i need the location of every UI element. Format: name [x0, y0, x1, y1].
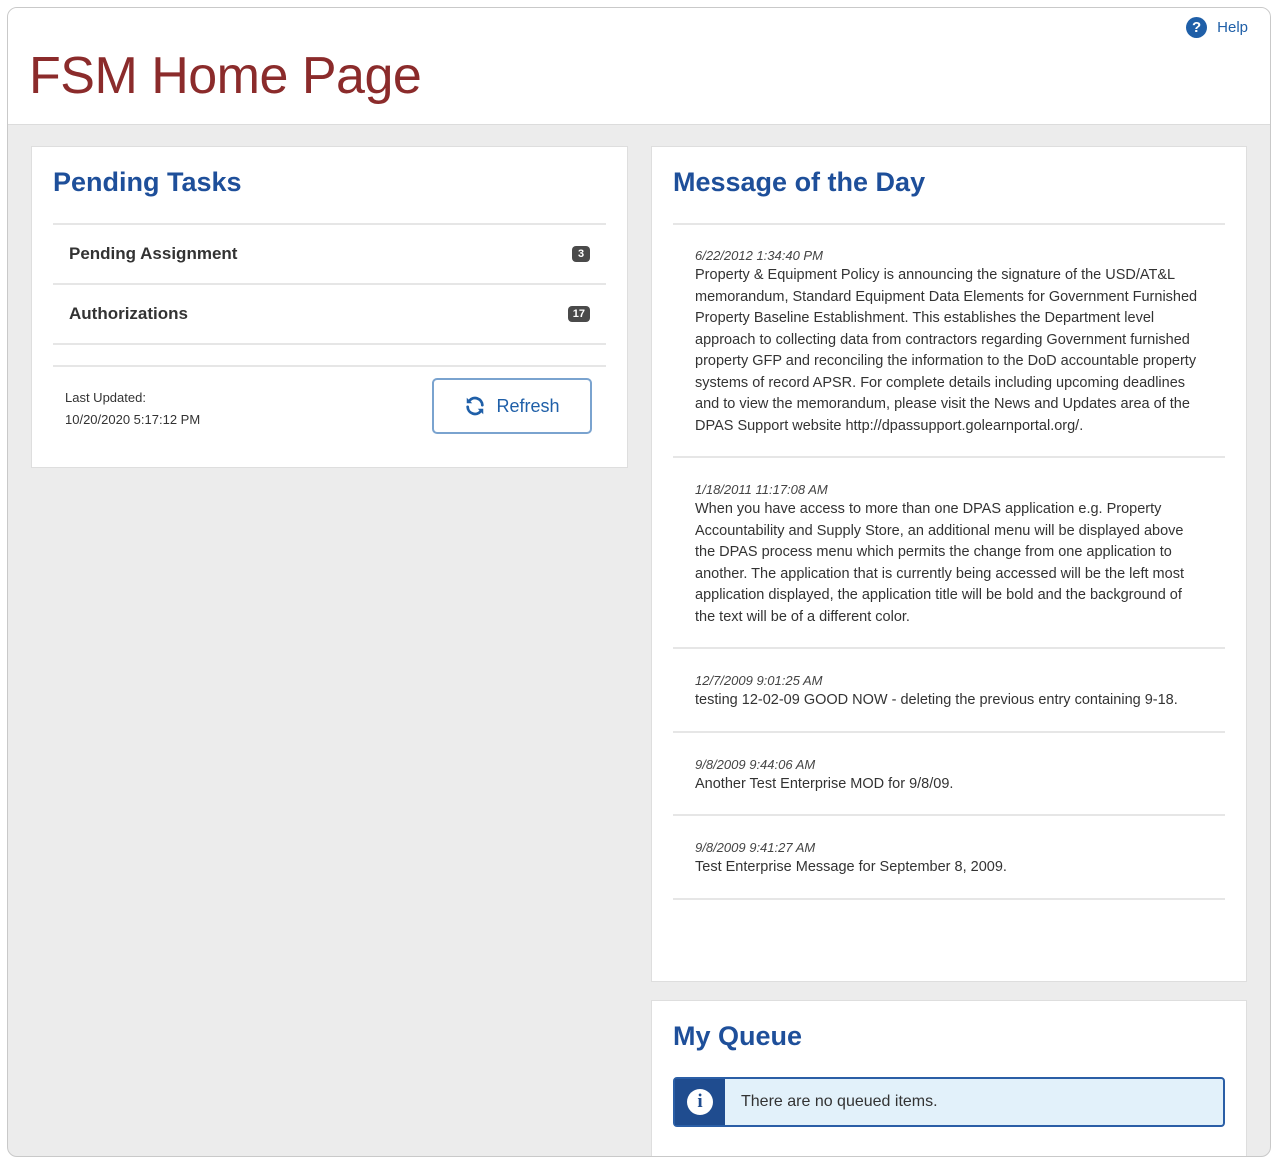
page-title: FSM Home Page [29, 47, 422, 105]
last-updated-label: Last Updated: [65, 390, 146, 405]
message-date: 12/7/2009 9:01:25 AM [695, 673, 823, 688]
message-text: Test Enterprise Message for September 8,… [695, 859, 1007, 875]
message-text: When you have access to more than one DP… [695, 501, 1184, 625]
pending-tasks-panel: Pending Tasks Pending Assignment 3 Autho… [31, 146, 628, 468]
refresh-button[interactable]: Refresh [432, 378, 592, 434]
count-badge: 3 [572, 246, 590, 262]
task-label[interactable]: Authorizations [69, 304, 188, 324]
alert-icon-box: i [675, 1079, 725, 1125]
motd-title: Message of the Day [673, 167, 926, 197]
message-item: 9/8/2009 9:44:06 AM Another Test Enterpr… [673, 733, 1225, 816]
message-list: 6/22/2012 1:34:40 PM Property & Equipmen… [673, 224, 1225, 900]
refresh-label[interactable]: Refresh [496, 396, 559, 417]
help-label[interactable]: Help [1217, 19, 1248, 36]
task-row-pending-assignment[interactable]: Pending Assignment 3 [53, 225, 606, 283]
divider [53, 365, 606, 367]
message-date: 6/22/2012 1:34:40 PM [695, 248, 823, 263]
question-circle-icon[interactable]: ? [1186, 17, 1208, 38]
page-frame: FSM Home Page ? Help Pending Tasks Pendi… [7, 7, 1271, 1157]
my-queue-panel: My Queue i There are no queued items. [651, 1000, 1247, 1156]
help-link[interactable]: ? Help [1186, 17, 1248, 38]
last-updated-value: 10/20/2020 5:17:12 PM [65, 412, 201, 427]
divider [53, 343, 606, 345]
message-date: 9/8/2009 9:44:06 AM [695, 756, 816, 772]
last-updated: Last Updated: 10/20/2020 5:17:12 PM [65, 387, 200, 431]
count-badge: 17 [567, 306, 590, 322]
message-item: 6/22/2012 1:34:40 PM Property & Equipmen… [673, 224, 1225, 458]
task-row-authorizations[interactable]: Authorizations 17 [53, 285, 606, 343]
queue-empty-message: There are no queued items. [741, 1093, 938, 1110]
message-item: 12/7/2009 9:01:25 AM testing 12-02-09 GO… [673, 649, 1225, 733]
task-label[interactable]: Pending Assignment [69, 244, 237, 264]
message-text: Another Test Enterprise MOD for 9/8/09. [695, 775, 954, 792]
message-text: testing 12-02-09 GOOD NOW - deleting the… [695, 692, 1178, 708]
message-item: 1/18/2011 11:17:08 AM When you have acce… [673, 458, 1225, 649]
my-queue-title: My Queue [673, 1021, 803, 1051]
page-header: FSM Home Page ? Help [8, 8, 1270, 125]
message-date: 1/18/2011 11:17:08 AM [695, 482, 828, 497]
queue-empty-alert: i There are no queued items. [673, 1077, 1225, 1127]
message-item: 9/8/2009 9:41:27 AM Test Enterprise Mess… [673, 816, 1225, 900]
message-date: 9/8/2009 9:41:27 AM [695, 840, 816, 855]
refresh-icon[interactable] [464, 395, 486, 417]
info-icon: i [687, 1089, 713, 1115]
message-text: Property & Equipment Policy is announcin… [695, 267, 1198, 434]
message-of-the-day-panel: Message of the Day 6/22/2012 1:34:40 PM … [651, 146, 1247, 982]
pending-tasks-title: Pending Tasks [53, 167, 242, 197]
